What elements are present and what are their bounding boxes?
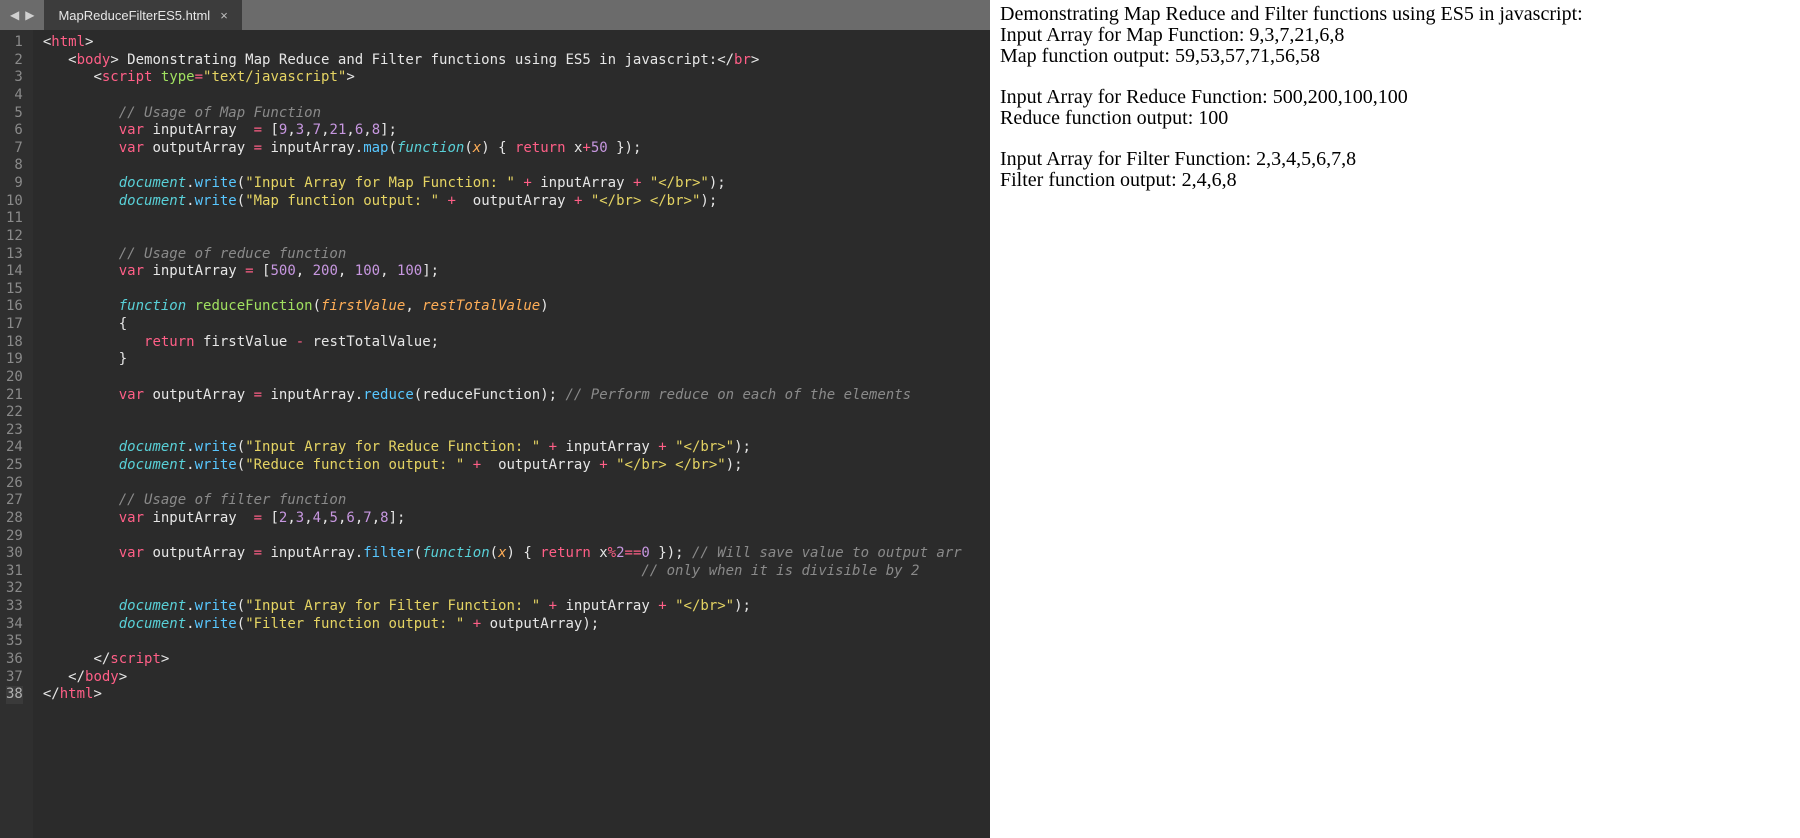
- preview-line: Input Array for Reduce Function: 500,200…: [1000, 87, 1790, 108]
- code-line: document.write("Input Array for Reduce F…: [43, 439, 990, 457]
- preview-line: Input Array for Filter Function: 2,3,4,5…: [1000, 149, 1790, 170]
- line-number: 33: [6, 598, 23, 616]
- line-number: 18: [6, 334, 23, 352]
- code-line: </script>: [43, 651, 990, 669]
- code-line: [43, 210, 990, 228]
- code-line: document.write("Input Array for Map Func…: [43, 175, 990, 193]
- close-icon[interactable]: ×: [220, 8, 228, 23]
- code-line: {: [43, 316, 990, 334]
- line-number: 31: [6, 563, 23, 581]
- line-number: 23: [6, 422, 23, 440]
- line-number: 38: [6, 686, 23, 704]
- line-number: 11: [6, 210, 23, 228]
- line-number: 22: [6, 404, 23, 422]
- code-content[interactable]: <html> <body> Demonstrating Map Reduce a…: [33, 30, 990, 838]
- code-line: [43, 228, 990, 246]
- code-line: var inputArray = [2,3,4,5,6,7,8];: [43, 510, 990, 528]
- code-line: document.write("Map function output: " +…: [43, 193, 990, 211]
- code-line: </html>: [43, 686, 990, 704]
- preview-line: Filter function output: 2,4,6,8: [1000, 170, 1790, 191]
- line-number: 6: [6, 122, 23, 140]
- line-number: 3: [6, 69, 23, 87]
- line-number: 12: [6, 228, 23, 246]
- code-line: var inputArray = [9,3,7,21,6,8];: [43, 122, 990, 140]
- line-number: 21: [6, 387, 23, 405]
- line-number: 13: [6, 246, 23, 264]
- preview-line: Input Array for Map Function: 9,3,7,21,6…: [1000, 25, 1790, 46]
- nav-back-icon[interactable]: ◀: [10, 8, 19, 22]
- line-number: 20: [6, 369, 23, 387]
- line-number: 29: [6, 528, 23, 546]
- code-line: <script type="text/javascript">: [43, 69, 990, 87]
- line-number: 14: [6, 263, 23, 281]
- code-line: [43, 633, 990, 651]
- line-number: 26: [6, 475, 23, 493]
- code-line: [43, 422, 990, 440]
- preview-line: Demonstrating Map Reduce and Filter func…: [1000, 4, 1790, 25]
- line-number: 24: [6, 439, 23, 457]
- line-number: 16: [6, 298, 23, 316]
- code-line: [43, 475, 990, 493]
- code-line: <html>: [43, 34, 990, 52]
- line-number: 28: [6, 510, 23, 528]
- nav-forward-icon[interactable]: ▶: [25, 8, 34, 22]
- app-root: ◀ ▶ MapReduceFilterES5.html × 1234567891…: [0, 0, 1800, 838]
- code-line: // Usage of Map Function: [43, 105, 990, 123]
- line-number: 5: [6, 105, 23, 123]
- code-line: // only when it is divisible by 2: [43, 563, 990, 581]
- code-line: var outputArray = inputArray.filter(func…: [43, 545, 990, 563]
- code-line: document.write("Reduce function output: …: [43, 457, 990, 475]
- line-number: 25: [6, 457, 23, 475]
- code-line: var inputArray = [500, 200, 100, 100];: [43, 263, 990, 281]
- tab-active[interactable]: MapReduceFilterES5.html ×: [44, 0, 241, 30]
- line-number: 37: [6, 669, 23, 687]
- line-number: 19: [6, 351, 23, 369]
- line-number: 32: [6, 580, 23, 598]
- code-line: [43, 157, 990, 175]
- code-line: [43, 87, 990, 105]
- preview-line: [1000, 67, 1790, 87]
- code-line: function reduceFunction(firstValue, rest…: [43, 298, 990, 316]
- code-line: [43, 404, 990, 422]
- line-number: 15: [6, 281, 23, 299]
- line-number: 9: [6, 175, 23, 193]
- line-number: 8: [6, 157, 23, 175]
- line-number: 4: [6, 87, 23, 105]
- code-line: // Usage of reduce function: [43, 246, 990, 264]
- nav-arrows: ◀ ▶: [0, 0, 44, 30]
- preview-line: [1000, 129, 1790, 149]
- line-number: 1: [6, 34, 23, 52]
- preview-line: Reduce function output: 100: [1000, 108, 1790, 129]
- tab-bar: ◀ ▶ MapReduceFilterES5.html ×: [0, 0, 990, 30]
- code-line: [43, 528, 990, 546]
- editor-pane: ◀ ▶ MapReduceFilterES5.html × 1234567891…: [0, 0, 990, 838]
- line-number: 10: [6, 193, 23, 211]
- code-line: </body>: [43, 669, 990, 687]
- code-line: <body> Demonstrating Map Reduce and Filt…: [43, 52, 990, 70]
- line-number: 27: [6, 492, 23, 510]
- line-number: 35: [6, 633, 23, 651]
- tab-title: MapReduceFilterES5.html: [58, 8, 210, 23]
- preview-pane: Demonstrating Map Reduce and Filter func…: [990, 0, 1800, 838]
- code-line: var outputArray = inputArray.map(functio…: [43, 140, 990, 158]
- code-line: }: [43, 351, 990, 369]
- line-number: 34: [6, 616, 23, 634]
- preview-line: Map function output: 59,53,57,71,56,58: [1000, 46, 1790, 67]
- code-line: document.write("Input Array for Filter F…: [43, 598, 990, 616]
- code-line: [43, 281, 990, 299]
- line-number: 7: [6, 140, 23, 158]
- code-area[interactable]: 1234567891011121314151617181920212223242…: [0, 30, 990, 838]
- line-number-gutter: 1234567891011121314151617181920212223242…: [0, 30, 33, 838]
- line-number: 2: [6, 52, 23, 70]
- code-line: document.write("Filter function output: …: [43, 616, 990, 634]
- line-number: 17: [6, 316, 23, 334]
- code-line: [43, 369, 990, 387]
- code-line: [43, 580, 990, 598]
- line-number: 30: [6, 545, 23, 563]
- line-number: 36: [6, 651, 23, 669]
- code-line: var outputArray = inputArray.reduce(redu…: [43, 387, 990, 405]
- code-line: return firstValue - restTotalValue;: [43, 334, 990, 352]
- code-line: // Usage of filter function: [43, 492, 990, 510]
